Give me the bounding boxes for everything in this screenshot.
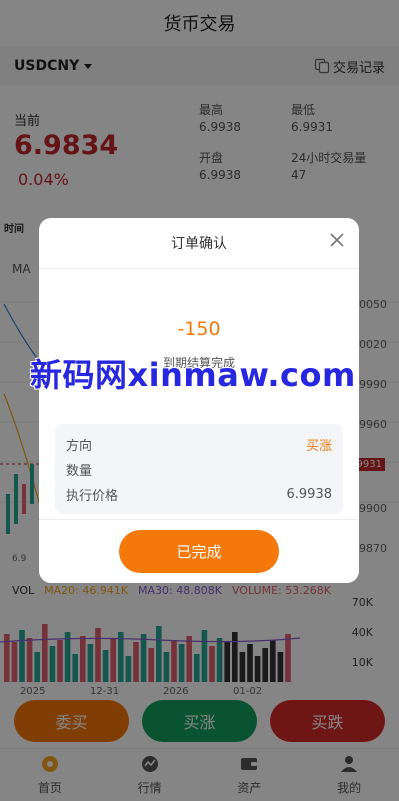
order-row-price: 执行价格 6.9938: [66, 482, 332, 507]
order-row-quantity: 数量: [66, 457, 332, 482]
modal-divider: [39, 519, 359, 520]
order-confirm-modal: 订单确认 -150 到期结算完成 方向 买涨 数量 执行价格 6.9938 已完…: [39, 218, 359, 583]
watermark: 新码网xinmaw.com: [30, 356, 356, 394]
close-icon[interactable]: [329, 232, 345, 248]
app-screen: 货币交易 USDCNY 交易记录 当前 6.9834 0.04% 最高 6.99…: [0, 0, 399, 801]
direction-value: 买涨: [305, 439, 332, 454]
done-button[interactable]: 已完成: [119, 530, 279, 573]
modal-title: 订单确认: [39, 218, 359, 269]
direction-label: 方向: [66, 439, 93, 454]
exec-price-label: 执行价格: [66, 489, 119, 504]
quantity-label: 数量: [66, 464, 93, 479]
profit-loss-value: -150: [177, 318, 221, 340]
order-details: 方向 买涨 数量 执行价格 6.9938: [55, 424, 343, 514]
order-row-direction: 方向 买涨: [66, 432, 332, 457]
exec-price-value: 6.9938: [286, 487, 333, 502]
